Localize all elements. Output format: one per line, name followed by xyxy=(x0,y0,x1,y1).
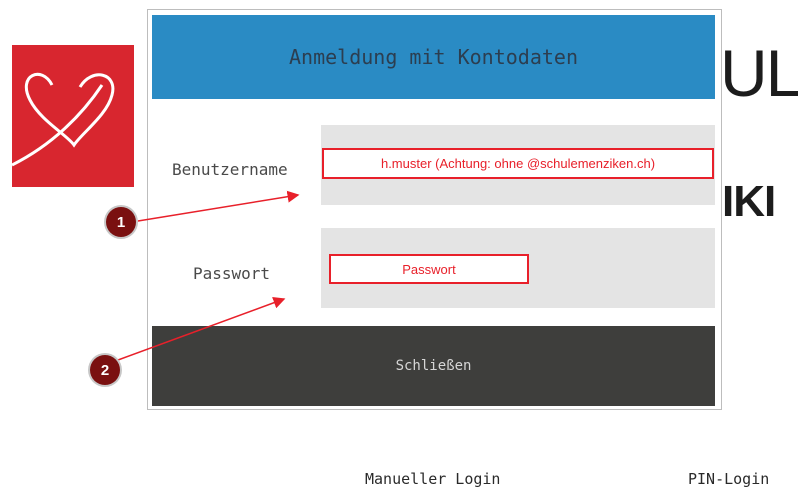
username-hint: h.muster (Achtung: ohne @schulemenziken.… xyxy=(322,148,714,179)
heart-logo-icon xyxy=(12,72,115,167)
brand-line-1: UL xyxy=(720,36,798,110)
brand-line-2: IKI xyxy=(722,177,776,226)
pin-login-link[interactable]: PIN-Login xyxy=(688,470,769,488)
annotation-marker-1: 1 xyxy=(106,207,136,237)
login-dialog: Anmeldung mit Kontodaten Benutzername h.… xyxy=(147,9,722,410)
manual-login-link[interactable]: Manueller Login xyxy=(365,470,500,488)
password-label: Passwort xyxy=(193,264,271,283)
brand-wordmark: UL IKI xyxy=(716,36,798,224)
annotation-marker-2: 2 xyxy=(90,355,120,385)
username-label: Benutzername xyxy=(172,160,288,179)
password-hint: Passwort xyxy=(329,254,529,284)
close-button[interactable]: Schließen xyxy=(152,326,715,406)
dialog-title: Anmeldung mit Kontodaten xyxy=(152,15,715,99)
school-logo xyxy=(12,45,134,187)
